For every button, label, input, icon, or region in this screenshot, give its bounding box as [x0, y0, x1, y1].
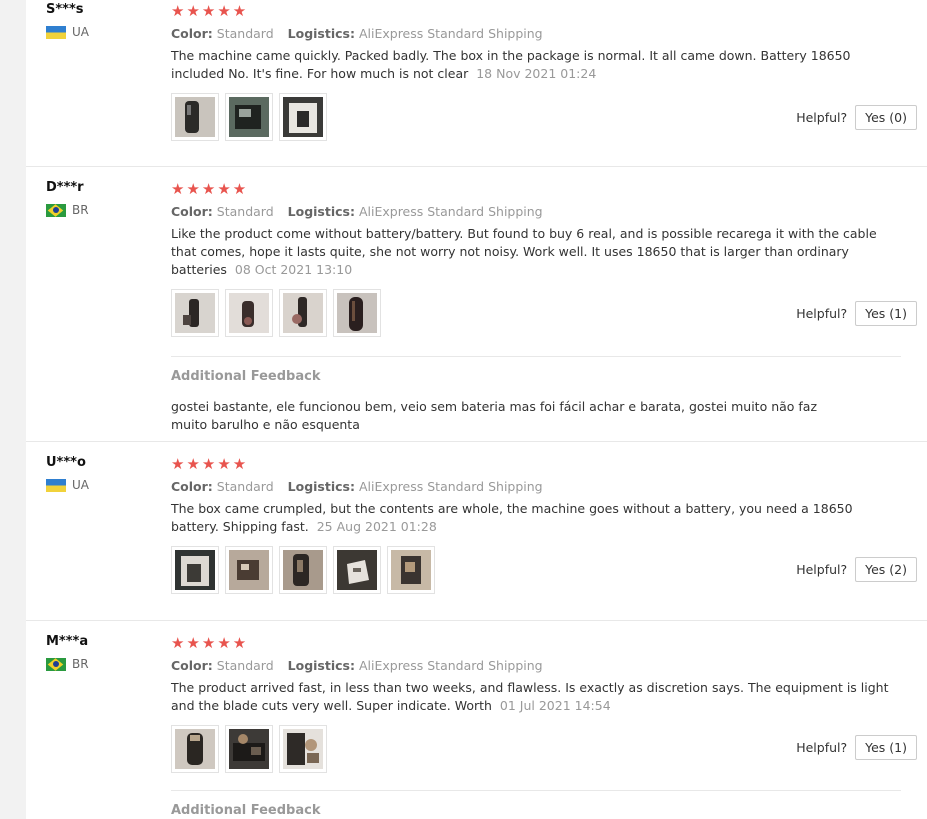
review-photo-thumbnail[interactable]: [387, 546, 435, 594]
helpful-label: Helpful?: [796, 562, 848, 577]
brazil-flag-icon: [46, 657, 66, 671]
review-photo-thumbnail[interactable]: [279, 289, 327, 337]
reviewer-name: D***r: [46, 180, 84, 195]
country-code: UA: [72, 25, 89, 39]
helpful-label: Helpful?: [796, 306, 848, 321]
review-photo-thumbnail[interactable]: [225, 546, 273, 594]
review-meta: Color: Standard Logistics: AliExpress St…: [171, 26, 891, 41]
review-content: ★★★★★ Color: Standard Logistics: AliExpr…: [171, 455, 891, 594]
review-text: The product arrived fast, in less than t…: [171, 680, 889, 713]
country-code: BR: [72, 203, 89, 217]
star-rating: ★★★★★: [171, 455, 249, 473]
review-photos: [171, 93, 891, 141]
page-gutter: [0, 0, 26, 819]
additional-feedback-title: Additional Feedback: [171, 803, 321, 818]
reviewer-name: U***o: [46, 455, 86, 470]
review-photos: [171, 725, 891, 773]
reviewer-country: BR: [46, 203, 89, 217]
color-label: Color:: [171, 658, 213, 673]
reviewer-country: UA: [46, 478, 89, 492]
helpful-section: Helpful? Yes (2): [796, 557, 917, 582]
review-date: 25 Aug 2021 01:28: [316, 519, 437, 534]
review-item: S***s UA ★★★★★ Color: Standard Logistics…: [26, 0, 927, 167]
review-meta: Color: Standard Logistics: AliExpress St…: [171, 204, 891, 219]
review-meta: Color: Standard Logistics: AliExpress St…: [171, 658, 891, 673]
color-value: Standard: [216, 479, 274, 494]
reviewer-name: M***a: [46, 634, 89, 649]
review-date: 01 Jul 2021 14:54: [499, 698, 611, 713]
additional-feedback: Additional Feedback gostei bastante, ele…: [171, 356, 901, 434]
review-date: 18 Nov 2021 01:24: [476, 66, 597, 81]
helpful-yes-button[interactable]: Yes (0): [855, 105, 917, 130]
additional-feedback: Additional Feedback: [171, 790, 901, 818]
color-value: Standard: [216, 658, 274, 673]
star-rating: ★★★★★: [171, 634, 249, 652]
ukraine-flag-icon: [46, 25, 66, 39]
logistics-value: AliExpress Standard Shipping: [358, 204, 543, 219]
review-text: The machine came quickly. Packed badly. …: [171, 48, 851, 81]
review-photo-thumbnail[interactable]: [279, 93, 327, 141]
logistics-label: Logistics:: [287, 658, 355, 673]
helpful-yes-button[interactable]: Yes (1): [855, 301, 917, 326]
review-photos: [171, 546, 891, 594]
ukraine-flag-icon: [46, 478, 66, 492]
review-content: ★★★★★ Color: Standard Logistics: AliExpr…: [171, 2, 891, 141]
review-photo-thumbnail[interactable]: [279, 725, 327, 773]
logistics-label: Logistics:: [287, 26, 355, 41]
review-photo-thumbnail[interactable]: [225, 725, 273, 773]
helpful-yes-button[interactable]: Yes (1): [855, 735, 917, 760]
review-photo-thumbnail[interactable]: [279, 546, 327, 594]
logistics-label: Logistics:: [287, 479, 355, 494]
logistics-value: AliExpress Standard Shipping: [358, 26, 543, 41]
helpful-section: Helpful? Yes (1): [796, 301, 917, 326]
review-photo-thumbnail[interactable]: [171, 546, 219, 594]
review-photo-thumbnail[interactable]: [171, 93, 219, 141]
review-text: Like the product come without battery/ba…: [171, 226, 877, 277]
star-rating: ★★★★★: [171, 180, 249, 198]
reviewer-info: U***o UA: [46, 455, 89, 492]
review-item: M***a BR ★★★★★ Color: Standard Logistics…: [26, 620, 927, 819]
color-value: Standard: [216, 204, 274, 219]
logistics-label: Logistics:: [287, 204, 355, 219]
reviewer-info: M***a BR: [46, 634, 89, 671]
color-label: Color:: [171, 479, 213, 494]
logistics-value: AliExpress Standard Shipping: [358, 479, 543, 494]
brazil-flag-icon: [46, 203, 66, 217]
country-code: UA: [72, 478, 89, 492]
helpful-section: Helpful? Yes (1): [796, 735, 917, 760]
helpful-label: Helpful?: [796, 110, 848, 125]
star-rating: ★★★★★: [171, 2, 249, 20]
review-photo-thumbnail[interactable]: [225, 289, 273, 337]
reviewer-info: S***s UA: [46, 2, 89, 39]
review-photo-thumbnail[interactable]: [171, 289, 219, 337]
country-code: BR: [72, 657, 89, 671]
color-label: Color:: [171, 204, 213, 219]
review-date: 08 Oct 2021 13:10: [234, 262, 353, 277]
reviewer-name: S***s: [46, 2, 84, 17]
helpful-yes-button[interactable]: Yes (2): [855, 557, 917, 582]
review-content: ★★★★★ Color: Standard Logistics: AliExpr…: [171, 634, 891, 773]
logistics-value: AliExpress Standard Shipping: [358, 658, 543, 673]
review-content: ★★★★★ Color: Standard Logistics: AliExpr…: [171, 180, 891, 337]
review-text: The box came crumpled, but the contents …: [171, 501, 853, 534]
review-photo-thumbnail[interactable]: [333, 546, 381, 594]
reviewer-country: UA: [46, 25, 89, 39]
review-photo-thumbnail[interactable]: [171, 725, 219, 773]
review-photos: [171, 289, 891, 337]
color-value: Standard: [216, 26, 274, 41]
additional-feedback-title: Additional Feedback: [171, 369, 321, 384]
review-photo-thumbnail[interactable]: [333, 289, 381, 337]
review-item: U***o UA ★★★★★ Color: Standard Logistics…: [26, 441, 927, 621]
reviewer-country: BR: [46, 657, 89, 671]
reviewer-info: D***r BR: [46, 180, 89, 217]
review-photo-thumbnail[interactable]: [225, 93, 273, 141]
helpful-section: Helpful? Yes (0): [796, 105, 917, 130]
review-item: D***r BR ★★★★★ Color: Standard Logistics…: [26, 166, 927, 442]
color-label: Color:: [171, 26, 213, 41]
review-meta: Color: Standard Logistics: AliExpress St…: [171, 479, 891, 494]
helpful-label: Helpful?: [796, 740, 848, 755]
additional-feedback-text: gostei bastante, ele funcionou bem, veio…: [171, 399, 818, 432]
